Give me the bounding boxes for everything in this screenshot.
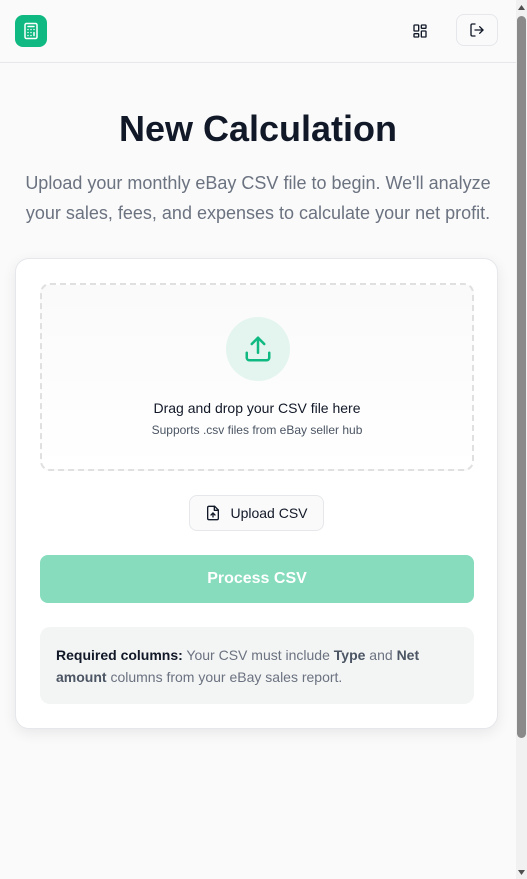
required-columns-label: Required columns: — [56, 647, 183, 663]
scrollbar-thumb[interactable] — [517, 16, 526, 738]
required-columns-note: Required columns: Your CSV must include … — [40, 627, 474, 704]
app-header — [0, 0, 516, 63]
dropzone-subtitle: Supports .csv files from eBay seller hub — [151, 423, 363, 437]
column-type: Type — [333, 647, 366, 663]
upload-csv-label: Upload CSV — [230, 505, 308, 521]
dropzone-title: Drag and drop your CSV file here — [153, 400, 361, 416]
upload-csv-button[interactable]: Upload CSV — [189, 495, 324, 531]
logout-button[interactable] — [456, 14, 498, 46]
page-subtitle: Upload your monthly eBay CSV file to beg… — [25, 173, 491, 223]
csv-dropzone[interactable]: Drag and drop your CSV file here Support… — [40, 283, 474, 471]
info-text-3: columns from your eBay sales report. — [106, 669, 343, 685]
layout-grid-icon — [413, 24, 427, 38]
calculator-icon[interactable] — [15, 15, 47, 47]
upload-icon — [245, 336, 271, 362]
upload-icon-circle — [226, 317, 290, 381]
scroll-up-arrow[interactable] — [516, 0, 527, 14]
info-text-2: and — [365, 647, 397, 663]
process-csv-button[interactable]: Process CSV — [40, 555, 474, 603]
upload-card: Drag and drop your CSV file here Support… — [15, 258, 498, 729]
log-out-icon — [470, 23, 484, 37]
dashboard-button[interactable] — [403, 16, 437, 46]
info-text-1: Your CSV must include — [182, 647, 334, 663]
file-upload-icon — [207, 505, 220, 521]
page-title: New Calculation — [118, 108, 398, 149]
scroll-down-arrow[interactable] — [516, 865, 527, 879]
